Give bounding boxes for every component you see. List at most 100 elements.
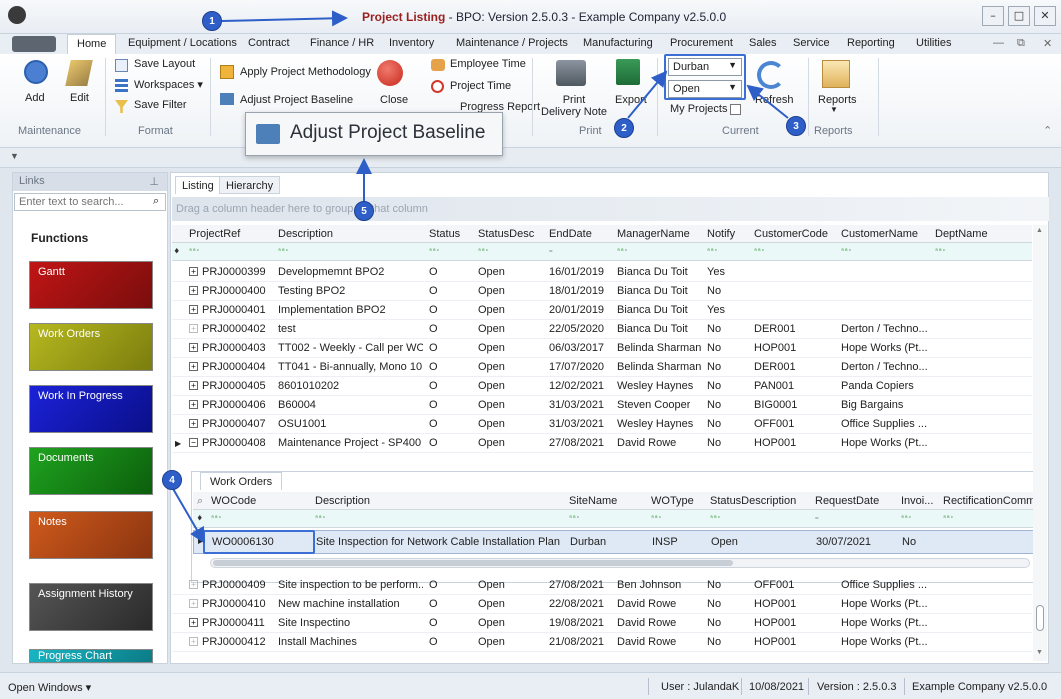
expand-icon[interactable]: + [189,286,198,295]
col-wotype[interactable]: WOType [651,495,694,507]
col-managername[interactable]: ManagerName [617,228,690,240]
filter-icon[interactable]: ᴿᴮᶜ [211,515,225,523]
scrollbar-thumb[interactable] [213,560,733,566]
expand-icon[interactable]: + [189,324,198,333]
adjust-project-baseline-button[interactable]: Adjust Project Baseline [240,94,353,106]
maximize-button[interactable]: □ [1008,6,1030,26]
filter-equals-icon[interactable]: = [549,248,563,256]
col-enddate[interactable]: EndDate [549,228,592,240]
tab-listing[interactable]: Listing [175,176,221,194]
filter-icon[interactable]: ᴿᴮᶜ [754,248,768,256]
ribbon-minimize-icon[interactable]: — [993,37,1004,49]
tab-service[interactable]: Service [793,37,830,49]
minimize-button[interactable]: – [982,6,1004,26]
table-row[interactable]: + PRJ0000399 Developmemnt BPO2 O Open 16/01/2… [172,263,1032,282]
filter-icon[interactable]: ᴿᴮᶜ [315,515,329,523]
tab-inventory[interactable]: Inventory [389,37,434,49]
expand-icon[interactable]: + [189,400,198,409]
workspaces-button[interactable]: Workspaces ▾ [134,78,203,91]
expand-icon[interactable]: + [189,362,198,371]
table-row[interactable]: + PRJ0000411 Site Inspectino O Open 19/08/202… [172,614,1032,633]
table-row[interactable]: + PRJ0000407 OSU1001 O Open 31/03/2021 Wesley … [172,415,1032,434]
col-invoiced[interactable]: Invoi... [901,495,933,507]
print-delivery-note-button[interactable]: Print Delivery Note [541,94,607,118]
table-row[interactable]: + PRJ0000409 Site inspection to be perform… [172,576,1032,595]
close-window-button[interactable]: ✕ [1034,6,1056,26]
my-projects-checkbox[interactable] [730,104,741,115]
scrollbar-thumb[interactable] [1036,605,1044,631]
pin-icon[interactable]: ⊥ [149,175,159,188]
filter-icon[interactable]: ᴿᴮᶜ [710,515,724,523]
save-layout-button[interactable]: Save Layout [134,58,195,70]
table-row[interactable]: + PRJ0000405 8601010202 O Open 12/02/2021 Wesl… [172,377,1032,396]
detail-search-icon[interactable]: ⌕ [197,495,203,508]
filter-icon[interactable]: ᴿᴮᶜ [478,248,492,256]
close-project-button[interactable]: Close [380,94,408,106]
table-row[interactable]: + PRJ0000403 TT002 - Weekly - Call per WO O… [172,339,1032,358]
tab-equipment-locations[interactable]: Equipment / Locations [128,37,237,49]
filter-icon[interactable]: ᴿᴮᶜ [935,248,949,256]
col-statusdescription[interactable]: StatusDescription [710,495,796,507]
expand-icon[interactable]: + [189,343,198,352]
function-notes[interactable]: Notes [29,511,153,559]
col-statusdesc[interactable]: StatusDesc [478,228,534,240]
app-menu-icon[interactable] [12,36,56,52]
refresh-button[interactable]: Refresh [755,94,794,106]
tab-home[interactable]: Home [67,34,117,54]
tab-reporting[interactable]: Reporting [847,37,895,49]
collapse-ribbon-icon[interactable]: ⌃ [1043,124,1052,137]
function-progress-chart[interactable]: Progress Chart [29,649,153,663]
expand-icon[interactable]: + [189,267,198,276]
function-documents[interactable]: Documents [29,447,153,495]
ribbon-close-icon[interactable]: ✕ [1043,37,1052,50]
function-work-in-progress[interactable]: Work In Progress [29,385,153,433]
col-wo-description[interactable]: Description [315,495,370,507]
col-customercode[interactable]: CustomerCode [754,228,828,240]
filter-icon[interactable]: ᴿᴮᶜ [189,248,203,256]
quick-access-chevron-icon[interactable]: ▼ [10,151,19,161]
collapse-icon[interactable]: − [189,438,198,447]
filter-icon[interactable]: ᴿᴮᶜ [617,248,631,256]
expand-icon[interactable]: + [189,305,198,314]
col-status[interactable]: Status [429,228,460,240]
tab-maintenance-projects[interactable]: Maintenance / Projects [456,37,568,49]
expand-icon[interactable]: + [189,618,198,627]
filter-icon[interactable]: ᴿᴮᶜ [429,248,443,256]
col-rectificationcomment[interactable]: RectificationCommen [943,495,1048,507]
filter-row[interactable]: ♦ ᴿᴮᶜ ᴿᴮᶜ ᴿᴮᶜ ᴿᴮᶜ = ᴿᴮᶜ ᴿᴮᶜ ᴿᴮᶜ ᴿᴮᶜ ᴿᴮᶜ [172,243,1032,261]
apply-project-methodology-button[interactable]: Apply Project Methodology [240,66,371,78]
expand-icon[interactable]: + [189,637,198,646]
tab-work-orders[interactable]: Work Orders [200,472,283,490]
tab-procurement[interactable]: Procurement [670,37,733,49]
tab-sales[interactable]: Sales [749,37,777,49]
table-row[interactable]: − ▶ PRJ0000408 Maintenance Project - SP400 O… [172,434,1032,453]
table-row[interactable]: + PRJ0000410 New machine installation O Open… [172,595,1032,614]
detail-horizontal-scrollbar[interactable] [210,558,1030,568]
tab-hierarchy[interactable]: Hierarchy [219,176,281,194]
col-customername[interactable]: CustomerName [841,228,918,240]
employee-time-button[interactable]: Employee Time [450,58,526,70]
table-row[interactable]: + PRJ0000412 Install Machines O Open 21/08/20… [172,633,1032,652]
ribbon-restore-icon[interactable]: ⧉ [1017,37,1025,50]
col-notify[interactable]: Notify [707,228,735,240]
scroll-up-icon[interactable]: ▲ [1036,227,1043,234]
filter-icon[interactable]: ᴿᴮᶜ [901,515,915,523]
col-description[interactable]: Description [278,228,333,240]
project-time-button[interactable]: Project Time [450,80,511,92]
tab-finance-hr[interactable]: Finance / HR [310,37,374,49]
col-sitename[interactable]: SiteName [569,495,617,507]
col-deptname[interactable]: DeptName [935,228,988,240]
col-requestdate[interactable]: RequestDate [815,495,879,507]
table-row[interactable]: + PRJ0000400 Testing BPO2 O Open 18/01/2019 Bi… [172,282,1032,301]
table-row[interactable]: + PRJ0000401 Implementation BPO2 O Open 20/01… [172,301,1032,320]
expand-icon[interactable]: + [189,599,198,608]
links-search-input[interactable] [14,193,166,211]
group-by-hint[interactable]: Drag a column header here to group by th… [172,197,1049,221]
filter-icon[interactable]: ᴿᴮᶜ [943,515,957,523]
detail-filter-row[interactable]: ♦ ᴿᴮᶜ ᴿᴮᶜ ᴿᴮᶜ ᴿᴮᶜ ᴿᴮᶜ = ᴿᴮᶜ ᴿᴮᶜ [193,510,1036,528]
filter-equals-icon[interactable]: = [815,515,829,523]
function-gantt[interactable]: Gantt [29,261,153,309]
function-assignment-history[interactable]: Assignment History [29,583,153,631]
function-work-orders[interactable]: Work Orders [29,323,153,371]
expand-icon[interactable]: + [189,419,198,428]
